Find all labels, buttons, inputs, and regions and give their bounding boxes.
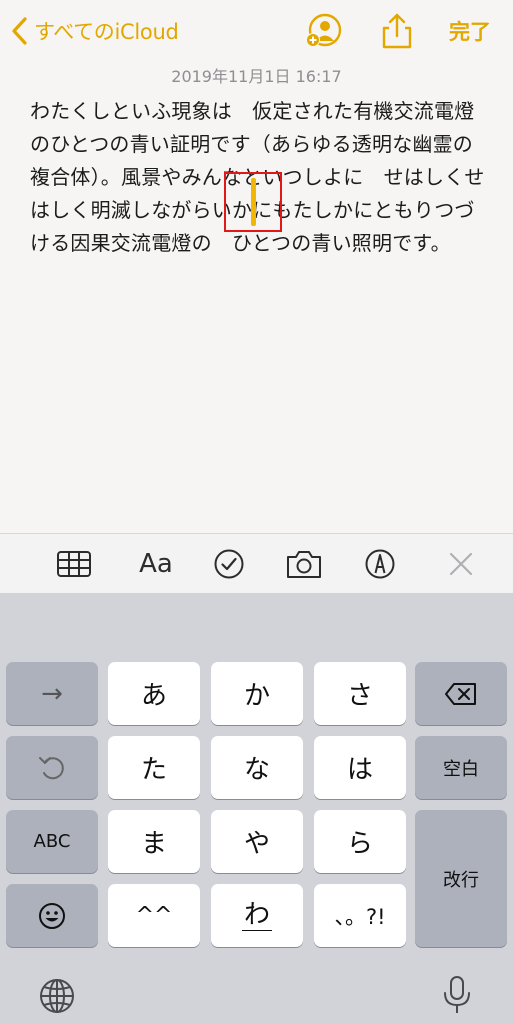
- key-ka[interactable]: か: [211, 662, 303, 725]
- back-button-label: すべてのiCloud: [34, 20, 179, 44]
- microphone-icon[interactable]: [440, 975, 474, 1015]
- key-kaomoji[interactable]: ^^: [108, 884, 200, 947]
- key-ya[interactable]: や: [211, 810, 303, 873]
- close-icon[interactable]: [448, 548, 474, 580]
- enter-key-label: 改行: [443, 869, 479, 891]
- chevron-left-icon: [12, 17, 27, 45]
- text-cursor: [251, 178, 256, 226]
- enter-key[interactable]: 改行: [415, 810, 507, 947]
- camera-icon[interactable]: [285, 548, 323, 580]
- key-ma[interactable]: ま: [108, 810, 200, 873]
- key-punctuation-label: 、。?!: [334, 904, 386, 929]
- emoji-key[interactable]: [6, 884, 98, 947]
- key-ha[interactable]: は: [314, 736, 406, 799]
- undo-icon: [39, 756, 64, 779]
- key-ra[interactable]: ら: [314, 810, 406, 873]
- arrow-right-icon: →: [41, 678, 63, 709]
- add-person-icon[interactable]: [304, 12, 342, 50]
- key-ta[interactable]: た: [108, 736, 200, 799]
- table-icon[interactable]: [56, 548, 92, 580]
- key-wa-label: わ: [241, 900, 272, 931]
- keyboard: → ABC あ か さ た な は ま や ら ^^ わ 、。?! 空白 改行: [0, 593, 513, 1024]
- key-na[interactable]: な: [211, 736, 303, 799]
- key-wa[interactable]: わ: [211, 884, 303, 947]
- done-button[interactable]: 完了: [449, 16, 491, 46]
- key-punctuation[interactable]: 、。?!: [314, 884, 406, 947]
- note-date: 2019年11月1日 16:17: [171, 67, 342, 86]
- abc-key[interactable]: ABC: [6, 810, 98, 873]
- emoji-icon: [39, 902, 65, 929]
- key-a[interactable]: あ: [108, 662, 200, 725]
- share-icon[interactable]: [378, 12, 416, 50]
- navigation-bar: すべてのiCloud 完了: [0, 0, 513, 60]
- key-sa[interactable]: さ: [314, 662, 406, 725]
- delete-backspace-icon: [445, 682, 476, 705]
- abc-key-label: ABC: [33, 831, 71, 852]
- markup-pen-icon[interactable]: [364, 548, 396, 580]
- back-button[interactable]: すべてのiCloud: [10, 14, 179, 48]
- key-kaomoji-label: ^^: [135, 903, 173, 928]
- text-format-button[interactable]: Aa: [136, 548, 176, 580]
- undo-key[interactable]: [6, 736, 98, 799]
- globe-icon[interactable]: [38, 977, 76, 1015]
- format-toolbar: Aa: [0, 533, 513, 594]
- arrow-key[interactable]: →: [6, 662, 98, 725]
- delete-key[interactable]: [415, 662, 507, 725]
- checklist-icon[interactable]: [213, 548, 245, 580]
- space-key[interactable]: 空白: [415, 736, 507, 799]
- space-key-label: 空白: [443, 758, 479, 780]
